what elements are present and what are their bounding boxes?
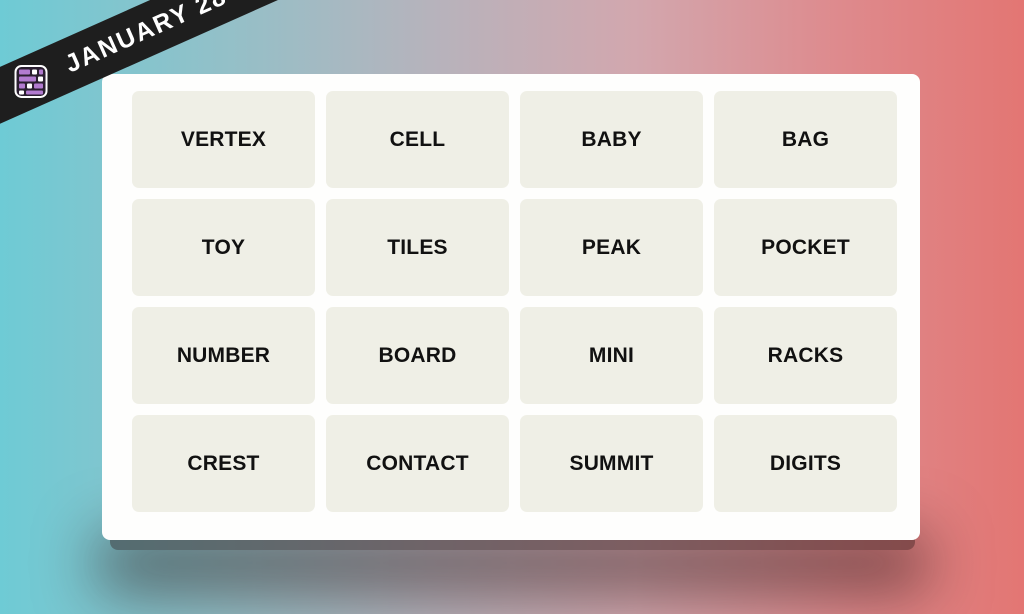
word-tile[interactable]: BOARD: [326, 307, 509, 404]
word-tile[interactable]: TILES: [326, 199, 509, 296]
word-tile[interactable]: VERTEX: [132, 91, 315, 188]
word-tile[interactable]: BABY: [520, 91, 703, 188]
word-tile[interactable]: DIGITS: [714, 415, 897, 512]
word-tile[interactable]: CREST: [132, 415, 315, 512]
word-tile[interactable]: CONTACT: [326, 415, 509, 512]
word-tile[interactable]: CELL: [326, 91, 509, 188]
word-tile[interactable]: TOY: [132, 199, 315, 296]
word-tile[interactable]: NUMBER: [132, 307, 315, 404]
word-tile[interactable]: BAG: [714, 91, 897, 188]
word-tile[interactable]: RACKS: [714, 307, 897, 404]
tile-grid: VERTEX CELL BABY BAG TOY TILES PEAK POCK…: [132, 91, 897, 512]
word-tile[interactable]: SUMMIT: [520, 415, 703, 512]
date-label: JANUARY 28: [60, 0, 232, 78]
word-tile[interactable]: POCKET: [714, 199, 897, 296]
word-tile[interactable]: MINI: [520, 307, 703, 404]
connections-grid-icon: [14, 64, 48, 98]
word-tile[interactable]: PEAK: [520, 199, 703, 296]
puzzle-board: VERTEX CELL BABY BAG TOY TILES PEAK POCK…: [102, 74, 920, 540]
